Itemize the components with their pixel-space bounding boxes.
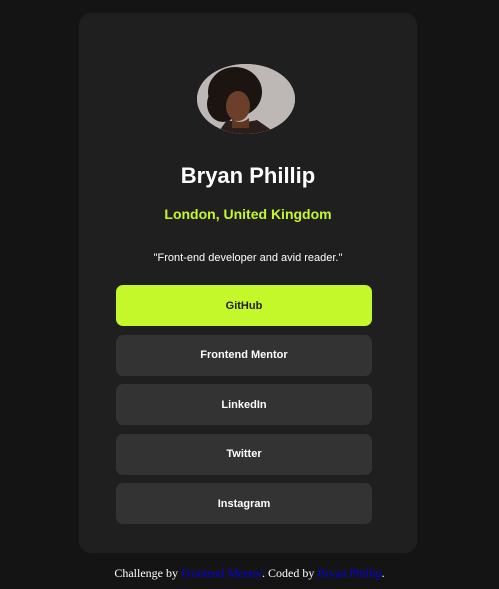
twitter-link-button[interactable]: Twitter — [116, 433, 372, 475]
profile-name: Bryan Phillip — [180, 163, 316, 188]
attribution-suffix: . — [381, 566, 385, 580]
avatar-photo — [197, 64, 295, 134]
avatar — [197, 64, 295, 134]
attribution: Challenge by Frontend Mentor. Coded by B… — [0, 564, 499, 582]
frontend-mentor-link-button[interactable]: Frontend Mentor — [116, 334, 372, 376]
profile-location: London, United Kingdom — [164, 206, 332, 222]
attribution-middle: . Coded by — [261, 566, 315, 580]
linkedin-link-button[interactable]: LinkedIn — [116, 384, 372, 425]
challenge-link[interactable]: Frontend Mentor — [181, 566, 262, 580]
page: Bryan Phillip London, United Kingdom "Fr… — [0, 0, 499, 589]
github-link-button[interactable]: GitHub — [116, 285, 372, 326]
instagram-link-button[interactable]: Instagram — [116, 483, 372, 524]
profile-card: Bryan Phillip London, United Kingdom "Fr… — [79, 13, 417, 553]
author-link[interactable]: Bryan Phillip — [317, 566, 381, 580]
profile-bio: "Front-end developer and avid reader." — [153, 252, 343, 264]
social-links-list: GitHub Frontend Mentor LinkedIn Twitter … — [116, 285, 372, 533]
attribution-prefix: Challenge by — [114, 566, 178, 580]
